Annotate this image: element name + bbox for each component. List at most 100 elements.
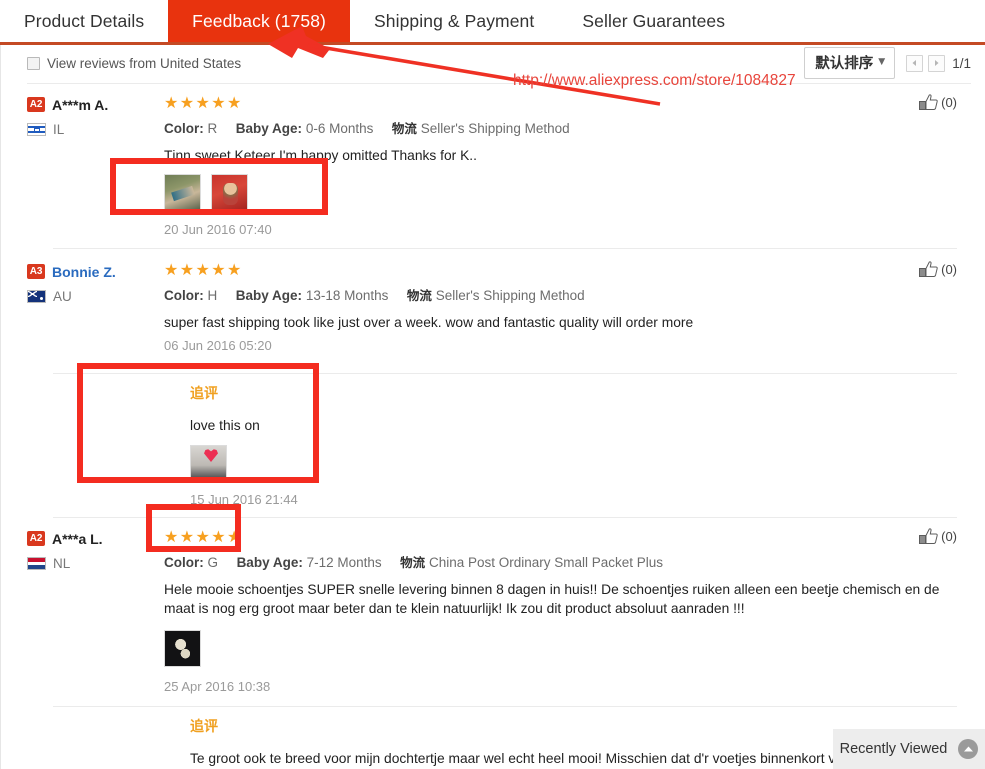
next-page-button[interactable] [928,54,946,72]
baby-age-value: 13-18 Months [305,288,389,303]
review-date: 20 Jun 2016 07:40 [164,222,272,237]
review-text: Hele mooie schoentjes SUPER snelle lever… [164,582,940,616]
thumbs-up-icon [919,528,938,544]
country-flag-icon [27,123,46,136]
tab-shipping-payment[interactable]: Shipping & Payment [349,0,559,42]
review-item: A3 Bonnie Z. AU ★★★★★ Color: H Baby Age:… [1,249,985,518]
chevron-up-icon[interactable] [958,739,979,759]
review-top: A2 A***m A. IL ★★★★★ Color: R Baby Age: … [27,94,971,237]
color-label: Color: [164,288,204,303]
chevron-down-icon: ▼ [878,57,886,67]
country-code: NL [53,556,71,571]
buyer-level-badge: A2 [27,97,45,112]
rating-stars: ★★★★★ [164,529,243,546]
additional-review-date: 15 Jun 2016 21:44 [190,492,298,507]
review-list: A2 A***m A. IL ★★★★★ Color: R Baby Age: … [1,84,985,768]
review-photo-thumbnail[interactable] [164,174,201,211]
review-photos [164,174,971,211]
rating-stars: ★★★★★ [164,95,243,112]
reviewer-name: A***a L. [52,530,103,547]
baby-age-label: Baby Age: [235,121,303,136]
logistics-method: Seller's Shipping Method [420,121,570,136]
feedback-panel: View reviews from United States 默认排序 ▼ 1… [0,45,985,769]
tab-feedback[interactable]: Feedback (1758) [168,0,350,42]
page-root: Product Details Feedback (1758) Shipping… [0,0,985,769]
baby-age-value: 7-12 Months [306,555,382,570]
review-text: super fast shipping took like just over … [164,315,694,330]
color-value: R [207,121,218,136]
thumbs-up-icon [919,94,938,110]
color-value: G [207,555,219,570]
logistics-icon: 物流 [391,121,417,136]
reviewer-country-row: NL [27,556,164,571]
reviewer-country-row: IL [27,122,164,137]
feedback-filter-bar: View reviews from United States 默认排序 ▼ 1… [1,45,985,81]
recently-viewed-widget[interactable]: Recently Viewed [833,729,985,769]
buyer-level-badge: A3 [27,264,45,279]
tab-seller-guarantees[interactable]: Seller Guarantees [558,0,750,42]
review-attributes: Color: H Baby Age: 13-18 Months 物流 Selle… [164,287,971,305]
review-top: A3 Bonnie Z. AU ★★★★★ Color: H Baby Age:… [27,261,971,353]
reviewer-info: A3 Bonnie Z. AU [27,261,164,304]
additional-review-text: love this on [190,418,260,433]
review-photo-thumbnail[interactable] [211,174,248,211]
helpful-count: (0) [941,262,957,277]
reviewer-name-row: A2 A***a L. [27,529,164,548]
tab-bar-filler [749,0,985,42]
review-item: A2 A***m A. IL ★★★★★ Color: R Baby Age: … [1,84,985,249]
country-flag-icon [27,290,46,303]
pagination: 1/1 [906,54,971,72]
tab-product-details[interactable]: Product Details [0,0,169,42]
reviewer-info: A2 A***m A. IL [27,94,164,137]
reviewer-name[interactable]: Bonnie Z. [52,264,116,280]
additional-review: 追评 Te groot ook te breed voor mijn docht… [27,707,971,768]
reviewer-country-row: AU [27,289,164,304]
review-body: ★★★★★ Color: G Baby Age: 7-12 Months 物流 … [164,528,971,694]
review-attributes: Color: G Baby Age: 7-12 Months 物流 China … [164,554,971,572]
checkbox-box[interactable] [27,56,40,70]
review-date: 06 Jun 2016 05:20 [164,338,272,353]
logistics-method: China Post Ordinary Small Packet Plus [428,555,664,570]
color-label: Color: [164,555,204,570]
view-reviews-country-checkbox[interactable]: View reviews from United States [27,56,241,71]
additional-review-photos [190,445,957,482]
logistics-icon: 物流 [406,288,432,303]
additional-review: 追评 love this on 15 Jun 2016 21:44 [27,374,971,507]
country-code: AU [53,289,72,304]
baby-age-value: 0-6 Months [305,121,374,136]
country-flag-icon [27,557,46,570]
baby-age-label: Baby Age: [236,555,303,570]
country-code: IL [53,122,65,137]
rating-stars: ★★★★★ [164,262,243,279]
logistics-icon: 物流 [400,555,426,570]
page-indicator: 1/1 [952,55,971,71]
helpful-count: (0) [941,95,957,110]
reviewer-name-row: A2 A***m A. [27,95,164,114]
review-attributes: Color: R Baby Age: 0-6 Months 物流 Seller'… [164,120,971,138]
prev-page-button[interactable] [906,54,924,72]
helpful-button[interactable]: (0) [919,261,957,278]
color-value: H [207,288,218,303]
review-text: Tjnn sweet Keteer I'm happy omitted Than… [164,148,477,163]
review-date: 25 Apr 2016 10:38 [164,679,271,694]
baby-age-label: Baby Age: [235,288,303,303]
sort-dropdown-label: 默认排序 [815,56,874,72]
recently-viewed-label: Recently Viewed [839,741,948,757]
helpful-button[interactable]: (0) [919,94,957,111]
reviewer-info: A2 A***a L. NL [27,528,164,571]
review-top: A2 A***a L. NL ★★★★★ Color: G Baby Age: … [27,528,971,694]
reviewer-name-row: A3 Bonnie Z. [27,262,164,281]
review-body: ★★★★★ Color: R Baby Age: 0-6 Months 物流 S… [164,94,971,237]
review-photo-thumbnail[interactable] [164,630,201,667]
reviewer-name: A***m A. [52,96,109,113]
product-tab-bar: Product Details Feedback (1758) Shipping… [0,0,985,45]
review-body: ★★★★★ Color: H Baby Age: 13-18 Months 物流… [164,261,971,353]
helpful-count: (0) [941,529,957,544]
helpful-button[interactable]: (0) [919,528,957,545]
additional-review-title: 追评 [190,386,218,402]
sort-dropdown[interactable]: 默认排序 ▼ [804,47,896,79]
logistics-method: Seller's Shipping Method [435,288,585,303]
thumbs-up-icon [919,261,938,277]
checkbox-label: View reviews from United States [47,55,242,71]
review-photo-thumbnail[interactable] [190,445,227,482]
